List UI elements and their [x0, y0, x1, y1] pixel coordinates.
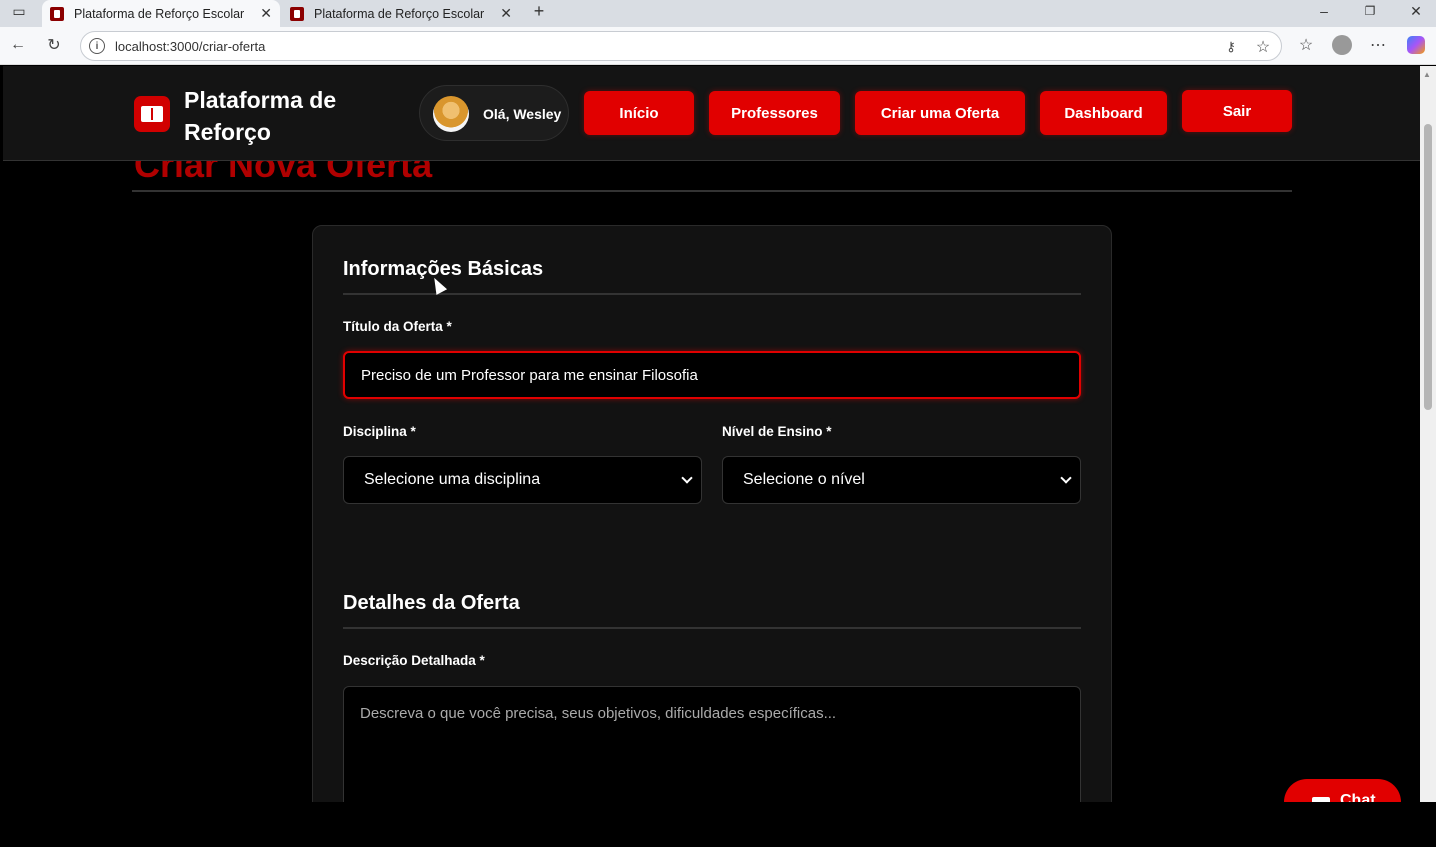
profile-icon[interactable]: [1332, 35, 1352, 55]
avatar: [433, 96, 469, 132]
nav-professores-button[interactable]: Professores: [709, 91, 840, 135]
tab-strip: ▭ Plataforma de Reforço Escolar ✕ Plataf…: [0, 0, 1436, 27]
site-title[interactable]: Plataforma de Reforço: [184, 84, 384, 148]
section-divider: [343, 627, 1081, 629]
offer-form-card: Informações Básicas Título da Oferta * P…: [312, 225, 1112, 802]
heading-divider: [132, 190, 1292, 192]
tab-actions-icon[interactable]: ▭: [10, 0, 28, 22]
favorite-star-icon[interactable]: ☆: [1253, 37, 1273, 57]
descricao-textarea[interactable]: Descreva o que você precisa, seus objeti…: [343, 686, 1081, 802]
copilot-icon[interactable]: [1406, 35, 1426, 55]
nav-dashboard-button[interactable]: Dashboard: [1040, 91, 1167, 135]
address-toolbar: ← ↻ i localhost:3000/criar-oferta ⚷ ☆ ☆ …: [0, 27, 1436, 65]
chevron-down-icon: [1060, 472, 1072, 484]
url-text[interactable]: localhost:3000/criar-oferta: [115, 39, 265, 54]
descricao-label: Descrição Detalhada *: [343, 653, 485, 668]
disciplina-selected-value: Selecione uma disciplina: [364, 471, 541, 488]
chevron-down-icon: [681, 472, 693, 484]
titulo-input[interactable]: Preciso de um Professor para me ensinar …: [343, 351, 1081, 399]
chat-button[interactable]: Chat: [1284, 779, 1401, 802]
browser-window: ▭ Plataforma de Reforço Escolar ✕ Plataf…: [0, 0, 1436, 847]
user-profile-pill[interactable]: Olá, Wesley: [419, 85, 569, 141]
minimize-icon[interactable]: –: [1314, 0, 1334, 22]
scrollbar-thumb[interactable]: [1424, 124, 1432, 410]
close-tab-icon[interactable]: ✕: [260, 5, 272, 22]
site-header: Plataforma de Reforço Olá, Wesley Início…: [3, 66, 1420, 161]
section-title-details: Detalhes da Oferta: [343, 592, 520, 614]
site-info-icon[interactable]: i: [89, 38, 105, 54]
favorites-icon[interactable]: ☆: [1296, 35, 1316, 55]
close-tab-icon[interactable]: ✕: [500, 5, 512, 22]
logout-button[interactable]: Sair: [1182, 90, 1292, 132]
more-options-icon[interactable]: ⋯: [1368, 35, 1388, 55]
close-window-icon[interactable]: ✕: [1406, 0, 1426, 22]
disciplina-label: Disciplina *: [343, 424, 416, 439]
tab-inactive[interactable]: Plataforma de Reforço Escolar ✕: [282, 0, 520, 27]
user-greeting: Olá, Wesley: [483, 106, 562, 122]
site-favicon-icon: [290, 6, 304, 21]
restore-icon[interactable]: ❐: [1360, 0, 1380, 22]
back-icon[interactable]: ←: [8, 35, 28, 55]
site-favicon-icon: [50, 6, 64, 21]
tab-active[interactable]: Plataforma de Reforço Escolar ✕: [42, 0, 280, 27]
page-viewport: Criar Nova Oferta Plataforma de Reforço …: [3, 66, 1420, 802]
address-bar[interactable]: i localhost:3000/criar-oferta ⚷ ☆: [80, 31, 1282, 61]
logo-icon[interactable]: [134, 96, 170, 132]
scroll-up-icon[interactable]: ▲: [1423, 70, 1431, 79]
section-title-basic: Informações Básicas: [343, 258, 544, 280]
page-scrollbar[interactable]: ▲: [1420, 66, 1436, 802]
section-divider: [343, 293, 1081, 295]
tab-title: Plataforma de Reforço Escolar: [74, 6, 245, 21]
nav-criar-oferta-button[interactable]: Criar uma Oferta: [855, 91, 1025, 135]
tab-title: Plataforma de Reforço Escolar: [314, 6, 485, 21]
refresh-icon[interactable]: ↻: [44, 35, 64, 55]
titulo-label: Título da Oferta *: [343, 319, 452, 334]
nivel-selected-value: Selecione o nível: [743, 471, 865, 488]
key-icon[interactable]: ⚷: [1221, 37, 1241, 57]
nivel-select[interactable]: Selecione o nível: [722, 456, 1081, 504]
nivel-label: Nível de Ensino *: [722, 424, 832, 439]
disciplina-select[interactable]: Selecione uma disciplina: [343, 456, 702, 504]
taskbar-area: [0, 802, 1436, 847]
nav-inicio-button[interactable]: Início: [584, 91, 694, 135]
new-tab-icon[interactable]: +: [530, 0, 548, 22]
chat-label: Chat: [1340, 792, 1376, 802]
